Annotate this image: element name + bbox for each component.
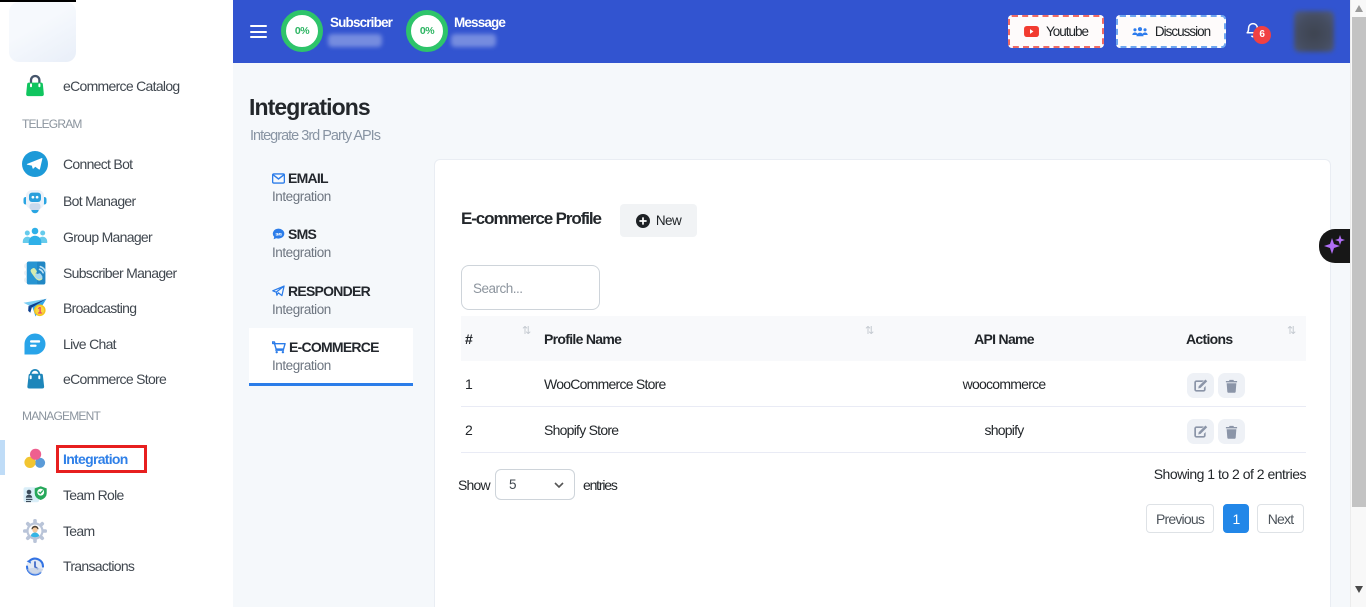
svg-text:1: 1 [37, 305, 42, 315]
